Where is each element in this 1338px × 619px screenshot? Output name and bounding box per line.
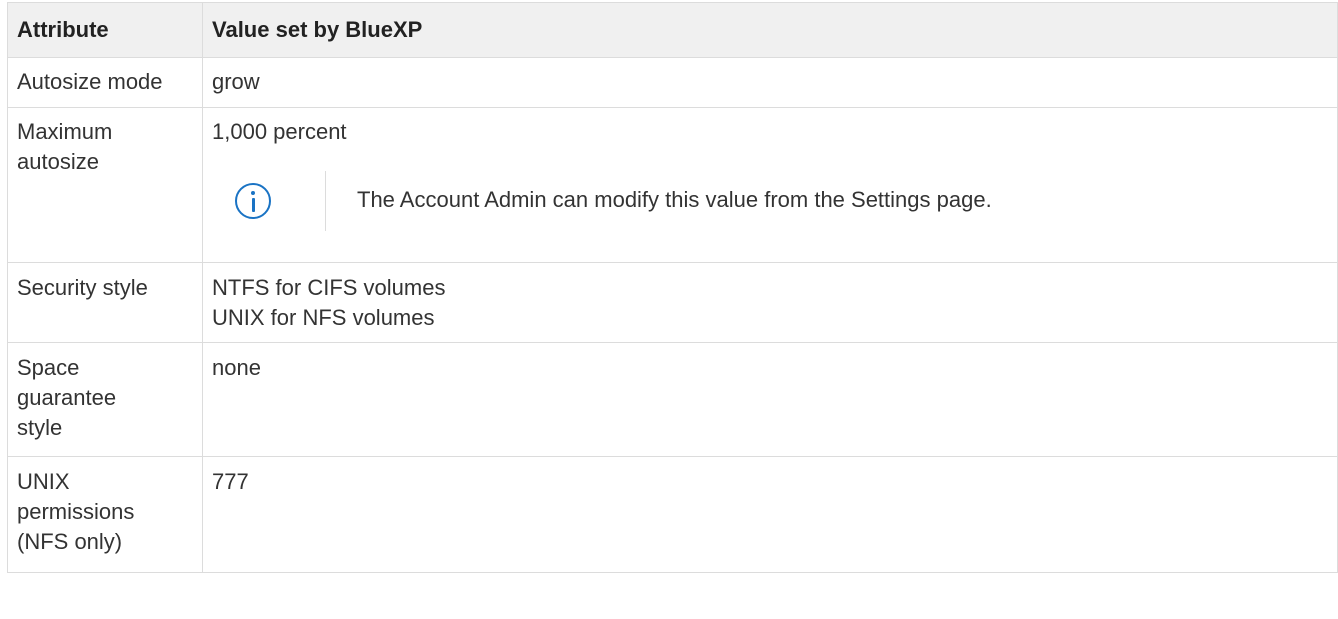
value-cell: none [202,342,1338,457]
value-cell: NTFS for CIFS volumes UNIX for NFS volum… [202,262,1338,343]
table-row: Space guarantee style none [7,342,1338,457]
value-text: 1,000 percent [212,119,347,144]
attribute-line: (NFS only) [17,529,123,554]
attribute-line: Space [17,355,80,380]
attribute-cell: UNIX permissions (NFS only) [7,456,203,573]
attribute-line: Maximum [17,119,113,144]
header-attribute: Attribute [7,2,203,58]
attribute-cell: Security style [7,262,203,343]
note-text: The Account Admin can modify this value … [357,187,992,212]
attribute-cell: Autosize mode [7,57,203,108]
note-admonition: The Account Admin can modify this value … [212,163,1337,243]
value-cell: 1,000 percent The Account Admin can modi… [202,107,1338,263]
attribute-line: style [17,415,63,440]
table-row: Maximum autosize 1,000 percent The Accou… [7,107,1338,263]
attribute-cell: Maximum autosize [7,107,203,263]
attribute-line: autosize [17,149,99,174]
volume-attributes-table: Attribute Value set by BlueXP Autosize m… [7,2,1338,573]
table-header-row: Attribute Value set by BlueXP [7,2,1338,58]
value-cell: 777 [202,456,1338,573]
value-line: NTFS for CIFS volumes [212,275,446,300]
note-divider [325,171,326,231]
table-row: Security style NTFS for CIFS volumes UNI… [7,262,1338,343]
value-line: UNIX for NFS volumes [212,305,435,330]
attribute-cell: Space guarantee style [7,342,203,457]
info-circle-icon [235,183,271,219]
attribute-line: permissions [17,499,135,524]
header-value: Value set by BlueXP [202,2,1338,58]
table-row: Autosize mode grow [7,57,1338,108]
attribute-line: guarantee [17,385,117,410]
attribute-line: UNIX [17,469,70,494]
table-row: UNIX permissions (NFS only) 777 [7,456,1338,573]
value-cell: grow [202,57,1338,108]
